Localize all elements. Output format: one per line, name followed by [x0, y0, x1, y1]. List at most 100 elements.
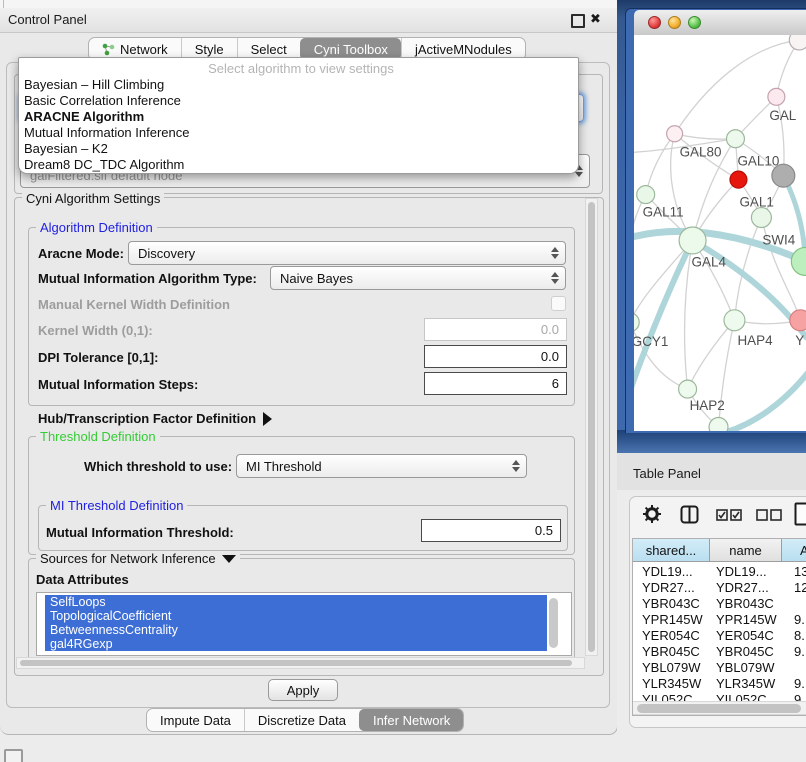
table-row[interactable]: YPR145W YPR145W 9.	[633, 612, 806, 628]
which-threshold-label: Which threshold to use:	[84, 459, 232, 474]
tab-cyni-toolbox-label: Cyni Toolbox	[314, 42, 388, 57]
mi-steps-label: Mutual Information Steps:	[38, 377, 198, 392]
node-label: HAP4	[737, 333, 773, 348]
aracne-mode-label: Aracne Mode:	[38, 246, 124, 261]
node-label: GCY1	[634, 334, 668, 349]
list-item[interactable]: TopologicalCoefficient	[45, 609, 547, 623]
table-row[interactable]: YDL19... YDL19... 13	[633, 564, 806, 580]
network-node[interactable]	[789, 35, 806, 50]
table-row[interactable]: YLR345W YLR345W 9.	[633, 676, 806, 692]
apply-button[interactable]: Apply	[268, 679, 338, 701]
node-label: GAL1	[739, 195, 773, 210]
traffic-close-icon[interactable]	[648, 16, 661, 29]
aracne-mode-combo[interactable]: Discovery	[128, 241, 566, 265]
which-threshold-combo[interactable]: MI Threshold	[236, 454, 527, 478]
mi-threshold-field[interactable]: 0.5	[421, 519, 561, 542]
combo-stepper-icon	[511, 460, 519, 472]
column-browser-icon[interactable]	[680, 505, 699, 527]
column-header-next[interactable]: A	[782, 539, 806, 561]
network-node[interactable]	[724, 310, 745, 331]
hub-definition-toggle[interactable]: Hub/Transcription Factor Definition	[38, 411, 272, 426]
table-panel-title: Table Panel	[633, 466, 701, 481]
control-panel-title: Control Panel	[8, 12, 87, 27]
dropdown-prompt: Select algorithm to view settings	[19, 61, 578, 77]
table-row[interactable]: YBR045C YBR045C 9.	[633, 644, 806, 660]
tab-discretize-data-label: Discretize Data	[258, 713, 346, 728]
close-window-icon[interactable]: ✖	[590, 11, 601, 27]
dpi-tolerance-label: DPI Tolerance [0,1]:	[38, 350, 158, 365]
network-node[interactable]	[768, 88, 785, 105]
float-window-icon[interactable]	[571, 14, 585, 28]
tab-network-label: Network	[120, 42, 168, 57]
list-item[interactable]: gal4RGexp	[45, 637, 547, 651]
floating-panel-icon[interactable]	[4, 749, 23, 762]
table-row[interactable]: YDR27... YDR27... 12	[633, 580, 806, 596]
mi-type-label: Mutual Information Algorithm Type:	[38, 271, 257, 286]
which-threshold-value: MI Threshold	[246, 459, 322, 474]
dropdown-item-basic-correlation[interactable]: Basic Correlation Inference	[19, 93, 578, 109]
network-node[interactable]	[790, 310, 806, 331]
combo-stepper-icon	[550, 247, 558, 259]
tab-infer-network[interactable]: Infer Network	[359, 709, 463, 731]
desktop-band-shadow	[617, 430, 806, 453]
table-row[interactable]: YER054C YER054C 8.	[633, 628, 806, 644]
dropdown-item-aracne[interactable]: ARACNE Algorithm	[19, 109, 578, 125]
network-node[interactable]	[726, 130, 744, 148]
network-node[interactable]	[730, 171, 747, 188]
network-graph: GAL GAL80 GAL10 GAL1 GAL11 SWI4 GAL4 GCY…	[634, 35, 806, 431]
network-node[interactable]	[679, 380, 697, 398]
list-item[interactable]: SelfLoops	[45, 595, 547, 609]
table-row[interactable]: YBL079W YBL079W	[633, 660, 806, 676]
expand-right-icon	[263, 412, 272, 426]
node-label: GAL4	[692, 254, 727, 269]
tab-discretize-data[interactable]: Discretize Data	[244, 709, 359, 731]
node-label: GAL10	[737, 154, 779, 169]
network-node[interactable]	[634, 313, 639, 332]
show-columns-checked-icon[interactable]	[716, 509, 742, 524]
traffic-zoom-icon[interactable]	[688, 16, 701, 29]
mi-type-combo[interactable]: Naive Bayes	[270, 266, 566, 290]
mi-steps-value: 6	[552, 376, 559, 391]
sources-title-row[interactable]: Sources for Network Inference	[36, 551, 240, 566]
network-node[interactable]	[679, 227, 706, 254]
mi-type-value: Naive Bayes	[280, 271, 353, 286]
table-panel-titlebar[interactable]: Table Panel	[617, 453, 806, 491]
column-header-shared-name[interactable]: shared...	[633, 539, 710, 561]
traffic-minimize-icon[interactable]	[668, 16, 681, 29]
kernel-width-field[interactable]: 0.0	[424, 318, 567, 341]
network-node[interactable]	[709, 418, 728, 431]
mi-steps-field[interactable]: 6	[424, 372, 567, 395]
dpi-tolerance-field[interactable]: 0.0	[424, 345, 567, 368]
network-node[interactable]	[667, 126, 683, 142]
list-item[interactable]: BetweennessCentrality	[45, 623, 547, 637]
network-window-titlebar[interactable]	[634, 10, 806, 36]
node-label: GAL80	[680, 145, 722, 160]
network-canvas[interactable]: GAL GAL80 GAL10 GAL1 GAL11 SWI4 GAL4 GCY…	[634, 35, 806, 431]
cyni-bottom-tabbar: Impute Data Discretize Data Infer Networ…	[146, 708, 464, 732]
dropdown-item-dream8[interactable]: Dream8 DC_TDC Algorithm	[19, 157, 578, 173]
hide-columns-unchecked-icon[interactable]	[756, 509, 782, 524]
settings-vertical-scrollbar[interactable]	[585, 198, 598, 656]
network-node[interactable]	[791, 247, 806, 275]
manual-kernel-checkbox[interactable]	[551, 296, 566, 311]
kernel-width-value: 0.0	[541, 322, 559, 337]
tab-infer-network-label: Infer Network	[373, 713, 450, 728]
dropdown-item-bayesian-hill-climbing[interactable]: Bayesian – Hill Climbing	[19, 77, 578, 93]
node-label: HAP2	[690, 398, 725, 413]
dropdown-item-mutual-information[interactable]: Mutual Information Inference	[19, 125, 578, 141]
mi-threshold-label: Mutual Information Threshold:	[46, 525, 234, 540]
settings-horizontal-scrollbar[interactable]	[16, 657, 585, 669]
table-horizontal-scrollbar[interactable]	[633, 701, 806, 715]
table-row[interactable]: YBR043C YBR043C	[633, 596, 806, 612]
collapse-down-icon	[222, 555, 236, 563]
network-node[interactable]	[637, 186, 655, 204]
control-panel-titlebar[interactable]: Control Panel ✖	[0, 8, 617, 33]
dropdown-item-bayesian-k2[interactable]: Bayesian – K2	[19, 141, 578, 157]
new-table-page-icon[interactable]	[794, 502, 806, 529]
network-node[interactable]	[751, 208, 771, 228]
table-settings-gear-icon[interactable]	[642, 504, 662, 527]
column-header-name[interactable]: name	[710, 539, 782, 561]
combo-stepper-icon	[550, 272, 558, 284]
list-vertical-scrollbar[interactable]	[549, 598, 558, 648]
tab-impute-data[interactable]: Impute Data	[147, 709, 244, 731]
